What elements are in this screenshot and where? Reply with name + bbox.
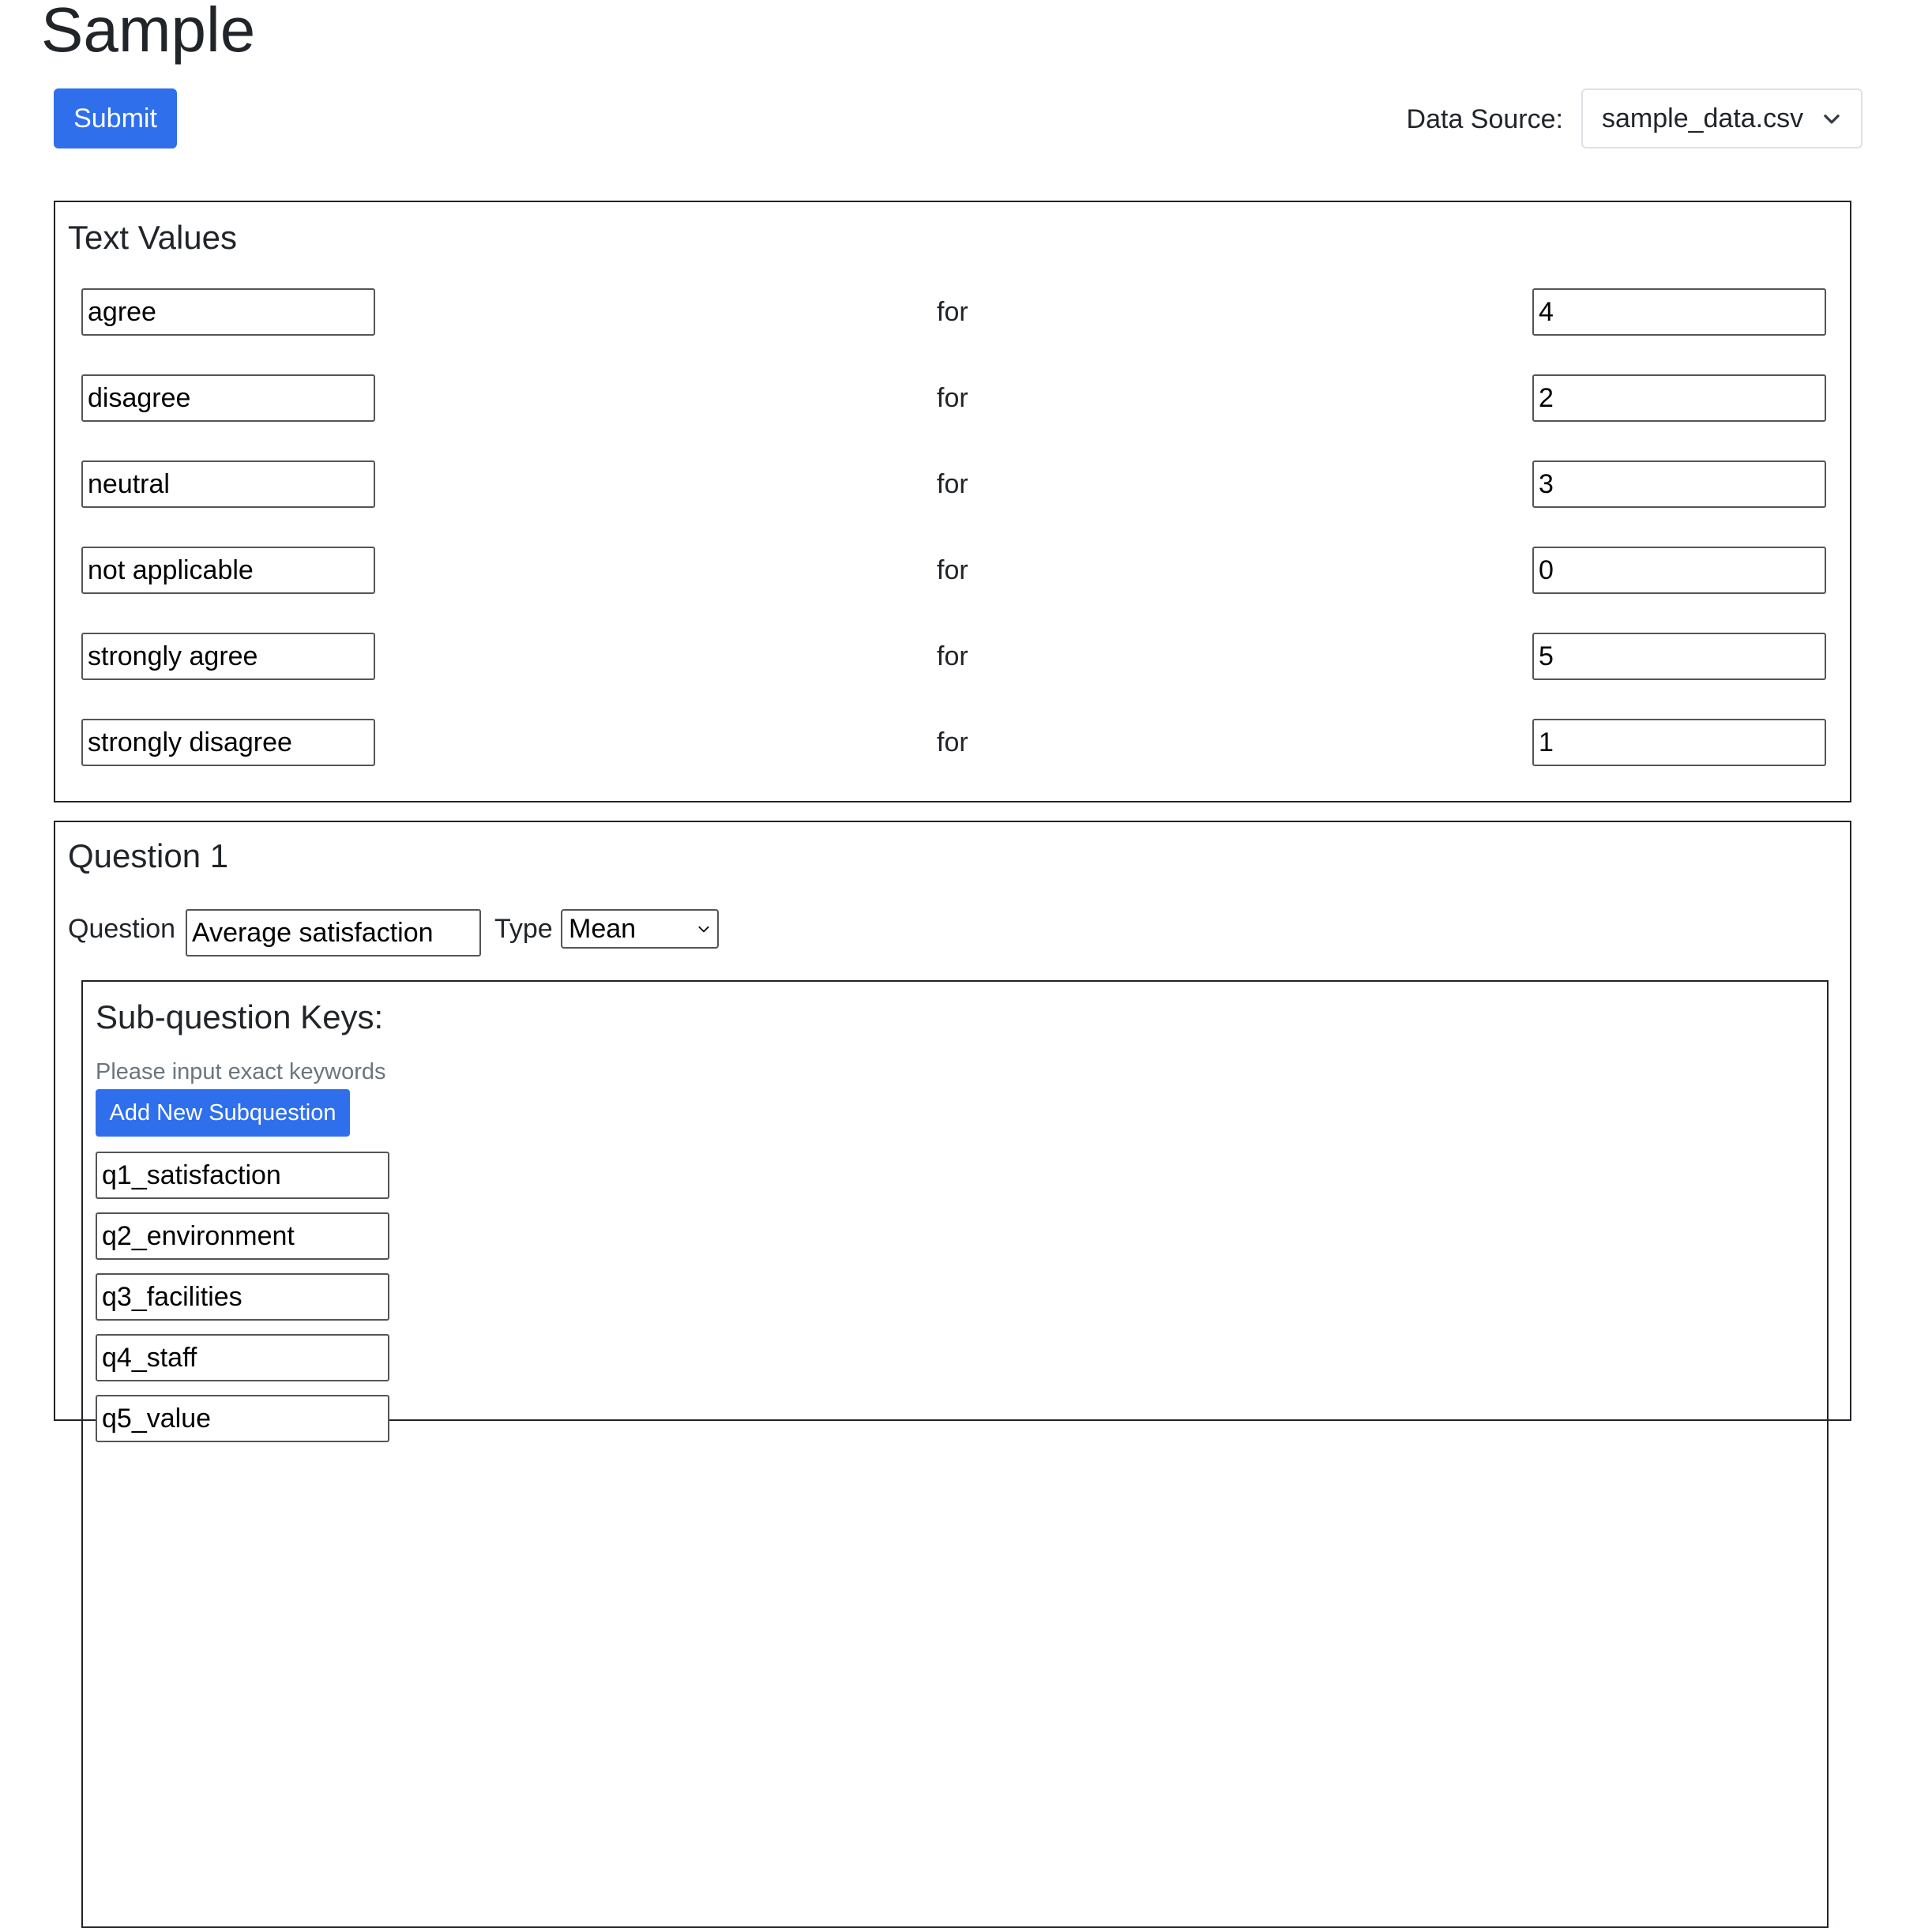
question-input[interactable] (186, 909, 481, 956)
text-values-title: Text Values (68, 219, 237, 256)
subquestion-title: Sub-question Keys: (96, 998, 384, 1035)
subquestion-hint: Please input exact keywords (96, 1059, 386, 1084)
for-label: for (937, 469, 968, 499)
subquestion-key-input[interactable] (96, 1334, 389, 1381)
question-title: Question 1 (68, 837, 229, 874)
type-select[interactable]: Mean (561, 909, 719, 949)
numeric-value-input[interactable] (1532, 374, 1826, 422)
for-label: for (937, 555, 968, 585)
data-source-label: Data Source: (1406, 104, 1563, 134)
text-value-row: for (55, 719, 1850, 766)
text-value-input[interactable] (81, 719, 375, 766)
numeric-value-input[interactable] (1532, 460, 1826, 508)
for-label: for (937, 297, 968, 327)
text-value-row: for (55, 374, 1850, 422)
text-value-input[interactable] (81, 288, 375, 336)
subquestion-key-input[interactable] (96, 1152, 389, 1199)
text-value-input[interactable] (81, 460, 375, 508)
chevron-down-icon (1824, 115, 1840, 124)
subquestion-key-input[interactable] (96, 1273, 389, 1321)
add-subquestion-button[interactable]: Add New Subquestion (96, 1089, 350, 1137)
text-value-input[interactable] (81, 374, 375, 422)
subquestion-key-input[interactable] (96, 1212, 389, 1260)
text-value-input[interactable] (81, 633, 375, 680)
question-panel: Question 1 Question Type Mean Sub-questi… (54, 821, 1851, 1928)
submit-button[interactable]: Submit (54, 88, 177, 148)
type-label: Type (494, 914, 553, 944)
text-value-row: for (55, 460, 1850, 508)
subquestion-panel: Sub-question Keys: Please input exact ke… (81, 980, 1829, 1928)
question-label: Question (68, 914, 176, 944)
data-source-value: sample_data.csv (1602, 103, 1804, 133)
text-value-row: for (55, 547, 1850, 594)
data-source-select[interactable]: sample_data.csv (1581, 88, 1862, 148)
numeric-value-input[interactable] (1532, 719, 1826, 766)
page-title: Sample (41, 0, 256, 65)
text-values-panel: Text Values for for for for for for (54, 201, 1851, 802)
numeric-value-input[interactable] (1532, 288, 1826, 336)
text-value-input[interactable] (81, 547, 375, 594)
for-label: for (937, 727, 968, 757)
text-value-row: for (55, 288, 1850, 336)
subquestion-key-input[interactable] (96, 1395, 389, 1442)
text-value-row: for (55, 633, 1850, 680)
chevron-down-icon (698, 926, 709, 933)
for-label: for (937, 641, 968, 671)
numeric-value-input[interactable] (1532, 547, 1826, 594)
numeric-value-input[interactable] (1532, 633, 1826, 680)
for-label: for (937, 383, 968, 413)
type-value: Mean (569, 913, 637, 944)
